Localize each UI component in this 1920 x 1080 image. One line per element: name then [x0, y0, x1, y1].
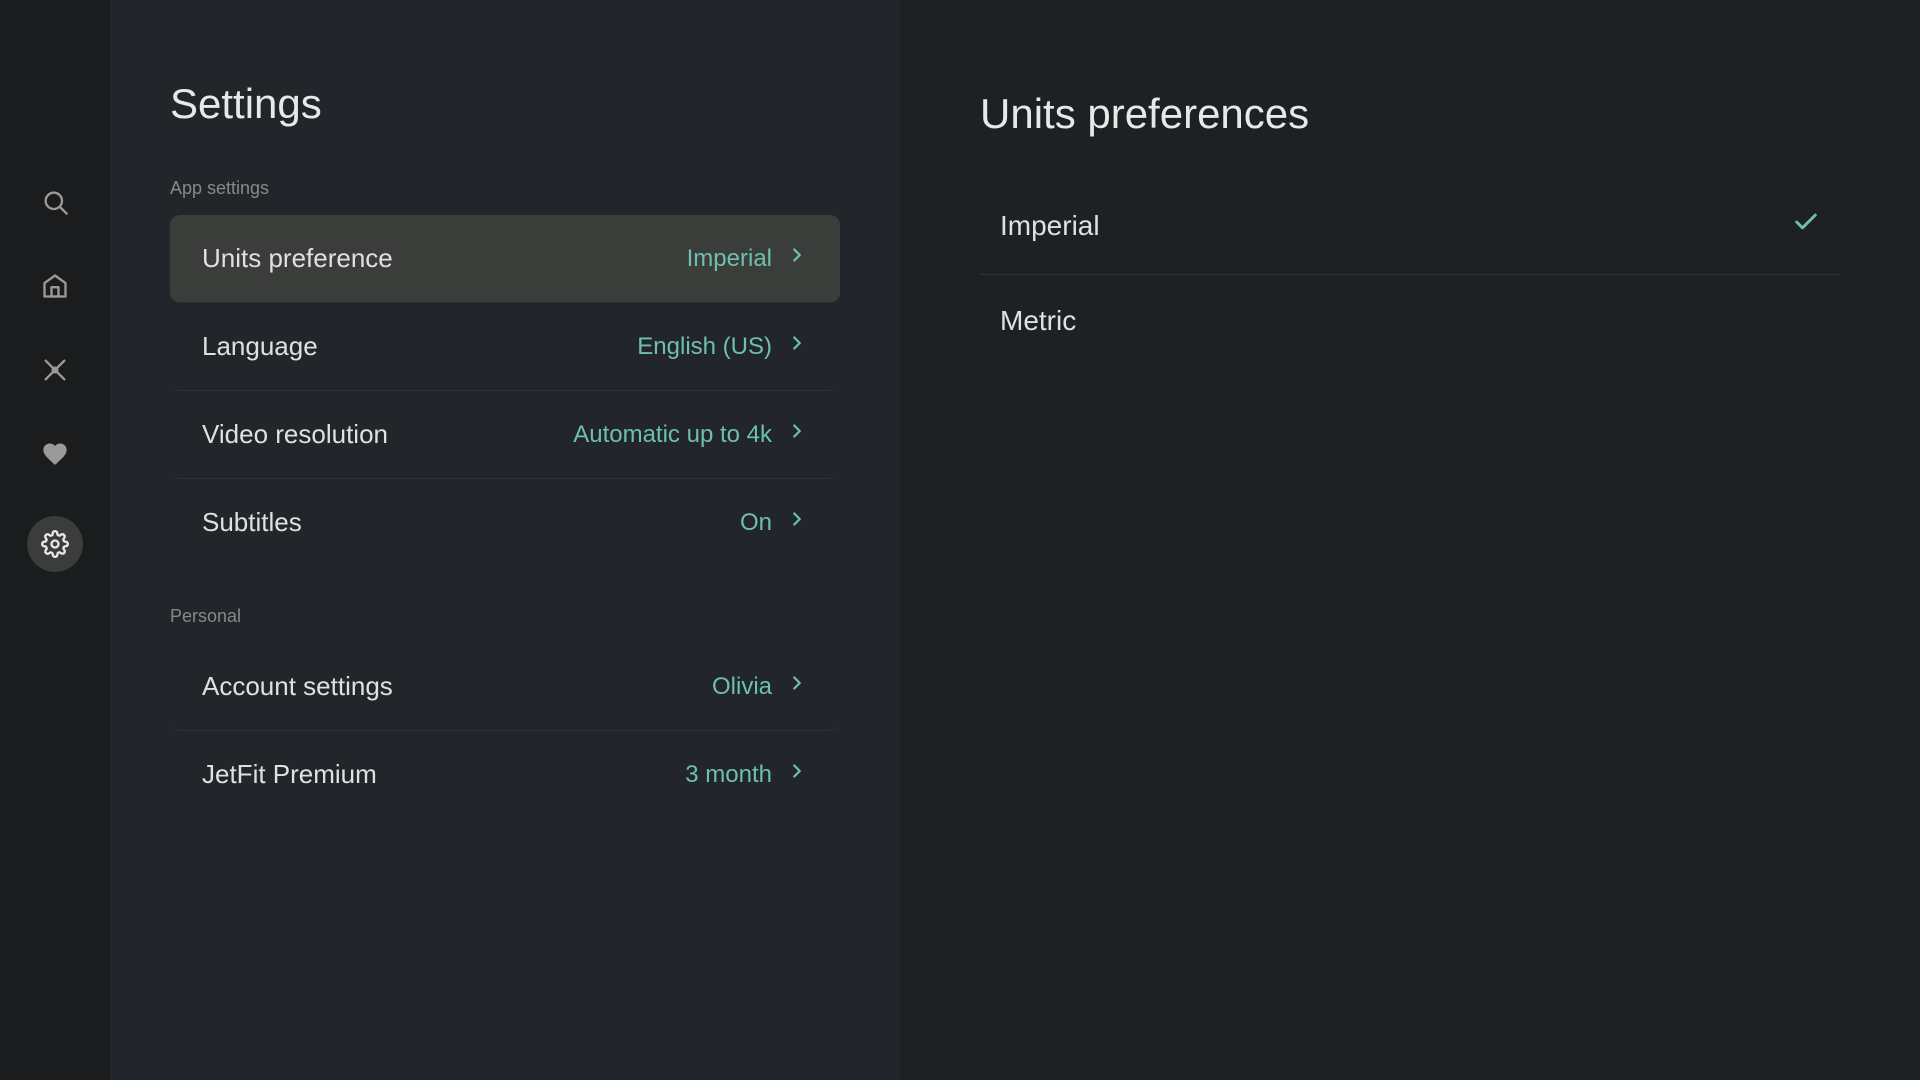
jetfit-premium-value: 3 month: [685, 761, 772, 789]
jetfit-premium-right: 3 month: [685, 760, 808, 789]
sidebar: [0, 0, 110, 1080]
metric-option[interactable]: Metric: [980, 275, 1840, 367]
search-icon[interactable]: [33, 180, 77, 224]
subtitles-label: Subtitles: [202, 507, 302, 538]
units-preference-chevron: [786, 244, 808, 273]
units-preference-item[interactable]: Units preference Imperial: [170, 215, 840, 303]
language-right: English (US): [637, 332, 808, 361]
subtitles-value: On: [740, 509, 772, 537]
imperial-label: Imperial: [1000, 210, 1100, 242]
units-preference-right: Imperial: [687, 244, 808, 273]
settings-nav-icon[interactable]: [27, 516, 83, 572]
video-resolution-right: Automatic up to 4k: [573, 420, 808, 449]
units-options-list: Imperial Metric: [980, 178, 1840, 367]
main-content: Settings App settings Units preference I…: [110, 0, 1920, 1080]
language-chevron: [786, 332, 808, 361]
home-icon[interactable]: [33, 264, 77, 308]
video-resolution-value: Automatic up to 4k: [573, 421, 772, 449]
language-item[interactable]: Language English (US): [170, 303, 840, 391]
account-settings-value: Olivia: [712, 673, 772, 701]
subtitles-item[interactable]: Subtitles On: [170, 479, 840, 566]
personal-settings-list: Account settings Olivia JetFit Premium 3…: [170, 643, 840, 818]
account-settings-right: Olivia: [712, 672, 808, 701]
imperial-option[interactable]: Imperial: [980, 178, 1840, 275]
favorites-icon[interactable]: [33, 432, 77, 476]
tools-icon[interactable]: [33, 348, 77, 392]
detail-panel: Units preferences Imperial Metric: [900, 0, 1920, 1080]
jetfit-premium-chevron: [786, 760, 808, 789]
settings-panel: Settings App settings Units preference I…: [110, 0, 900, 1080]
app-settings-label: App settings: [170, 178, 840, 199]
language-label: Language: [202, 331, 318, 362]
app-settings-list: Units preference Imperial Language Engli…: [170, 215, 840, 566]
units-preference-value: Imperial: [687, 245, 772, 273]
account-settings-label: Account settings: [202, 671, 393, 702]
jetfit-premium-label: JetFit Premium: [202, 759, 377, 790]
jetfit-premium-item[interactable]: JetFit Premium 3 month: [170, 731, 840, 818]
imperial-check-icon: [1792, 208, 1820, 244]
detail-title: Units preferences: [980, 90, 1840, 138]
account-settings-chevron: [786, 672, 808, 701]
account-settings-item[interactable]: Account settings Olivia: [170, 643, 840, 731]
subtitles-chevron: [786, 508, 808, 537]
video-resolution-item[interactable]: Video resolution Automatic up to 4k: [170, 391, 840, 479]
personal-label: Personal: [170, 606, 840, 627]
page-title: Settings: [170, 80, 840, 128]
video-resolution-label: Video resolution: [202, 419, 388, 450]
language-value: English (US): [637, 333, 772, 361]
metric-label: Metric: [1000, 305, 1076, 337]
units-preference-label: Units preference: [202, 243, 393, 274]
video-resolution-chevron: [786, 420, 808, 449]
subtitles-right: On: [740, 508, 808, 537]
